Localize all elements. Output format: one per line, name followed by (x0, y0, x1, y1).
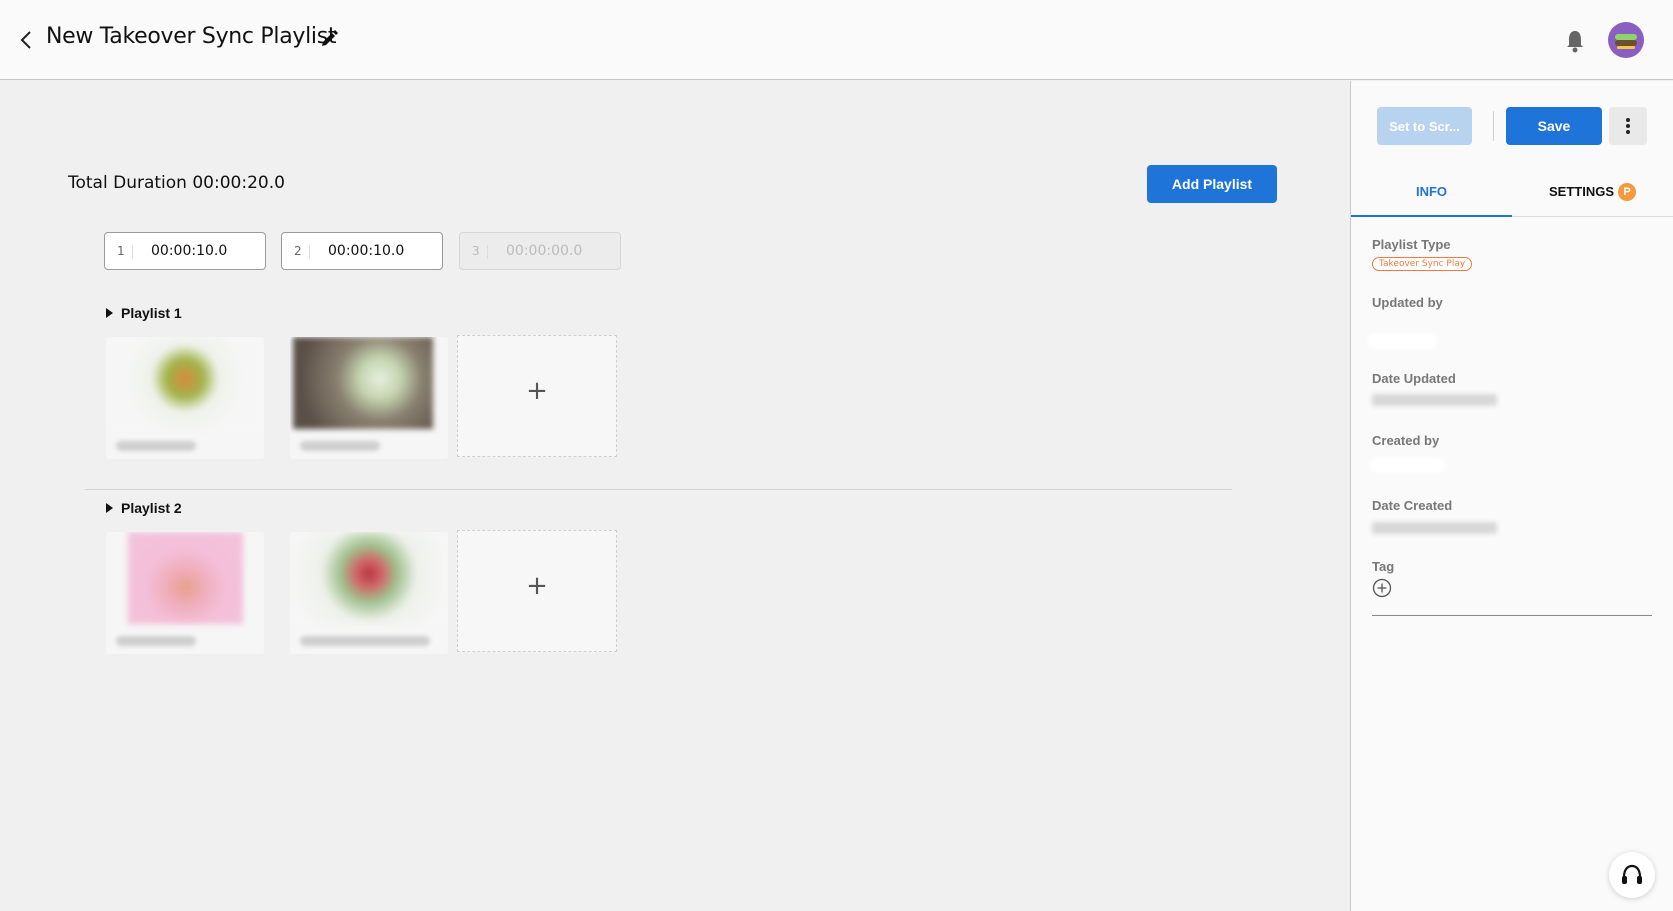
thumbnail-caption-blurred (116, 441, 196, 451)
save-button[interactable]: Save (1506, 107, 1602, 145)
panel-tabs: INFO SETTINGS P (1351, 167, 1673, 217)
thumbnail-caption-blurred (116, 636, 196, 646)
thumbnail-image (290, 532, 448, 624)
plus-icon: + (526, 571, 548, 601)
slot-separator (132, 245, 133, 259)
slot-duration: 00:00:10.0 (328, 243, 405, 259)
date-created-label: Date Created (1372, 498, 1453, 513)
top-header: New Takeover Sync Playlist (0, 0, 1673, 80)
playlist-2-toggle[interactable]: Playlist 2 (106, 500, 182, 516)
updated-by-label: Updated by (1372, 295, 1443, 310)
playlist-1-toggle[interactable]: Playlist 1 (106, 305, 182, 321)
button-separator (1493, 111, 1494, 141)
slot-separator (487, 245, 488, 259)
tag-input-underline[interactable] (1372, 615, 1652, 616)
created-by-label: Created by (1372, 433, 1440, 448)
content-thumbnail[interactable] (290, 337, 448, 459)
avatar[interactable] (1608, 22, 1644, 58)
main-content: Total Duration 00:00:20.0 Add Playlist 1… (0, 81, 1350, 911)
date-created-value-blurred (1372, 522, 1497, 534)
slot-number: 1 (117, 244, 125, 258)
thumbnail-image (106, 337, 264, 429)
thumbnail-caption-blurred (300, 441, 380, 451)
more-vertical-icon[interactable] (1609, 107, 1647, 145)
tab-settings[interactable]: SETTINGS P (1512, 167, 1673, 217)
date-updated-label: Date Updated (1372, 371, 1456, 386)
slot-duration: 00:00:10.0 (151, 243, 228, 259)
duration-slot-3: 3 00:00:00.0 (459, 232, 621, 270)
add-playlist-button[interactable]: Add Playlist (1147, 165, 1277, 203)
slot-number: 2 (294, 244, 302, 258)
tab-label: SETTINGS (1548, 184, 1614, 199)
thumbnail-image (293, 337, 433, 429)
playlist-type-label: Playlist Type (1372, 237, 1451, 252)
duration-slot-1[interactable]: 1 00:00:10.0 (104, 232, 266, 270)
pencil-icon[interactable] (318, 28, 340, 50)
plus-circle-icon[interactable] (1372, 578, 1392, 598)
add-content-tile[interactable]: + (457, 530, 617, 652)
playlist-divider (85, 489, 1232, 490)
avatar-art (1617, 46, 1635, 49)
total-duration: Total Duration 00:00:20.0 (68, 173, 285, 193)
playlist-type-chip: Takeover Sync Play (1372, 257, 1473, 271)
add-content-tile[interactable]: + (457, 335, 617, 457)
page-title: New Takeover Sync Playlist (46, 24, 337, 49)
created-by-value-blurred (1369, 457, 1445, 473)
caret-right-icon (106, 503, 113, 514)
tag-label: Tag (1372, 559, 1395, 574)
thumbnail-caption-blurred (300, 636, 430, 646)
tab-label: INFO (1415, 184, 1448, 199)
settings-badge: P (1618, 182, 1636, 201)
content-thumbnail[interactable] (290, 532, 448, 654)
content-thumbnail[interactable] (106, 532, 264, 654)
info-panel: Set to Scr... Save INFO SETTINGS P Playli… (1350, 81, 1673, 911)
thumbnail-image (128, 532, 243, 624)
back-arrow-icon[interactable] (16, 26, 36, 54)
support-button[interactable] (1609, 852, 1655, 898)
set-to-screen-button[interactable]: Set to Scr... (1377, 107, 1472, 145)
tab-info[interactable]: INFO (1351, 167, 1512, 217)
updated-by-value-blurred (1367, 333, 1437, 349)
slot-number: 3 (472, 244, 480, 258)
date-updated-value-blurred (1372, 394, 1497, 406)
duration-slot-2[interactable]: 2 00:00:10.0 (281, 232, 443, 270)
playlist-name: Playlist 2 (121, 500, 182, 516)
playlist-name: Playlist 1 (121, 305, 182, 321)
headset-icon (1622, 864, 1642, 884)
slot-duration: 00:00:00.0 (506, 243, 583, 259)
slot-separator (309, 245, 310, 259)
bell-icon[interactable] (1563, 28, 1587, 54)
content-thumbnail[interactable] (106, 337, 264, 459)
caret-right-icon (106, 308, 113, 319)
plus-icon: + (526, 376, 548, 406)
